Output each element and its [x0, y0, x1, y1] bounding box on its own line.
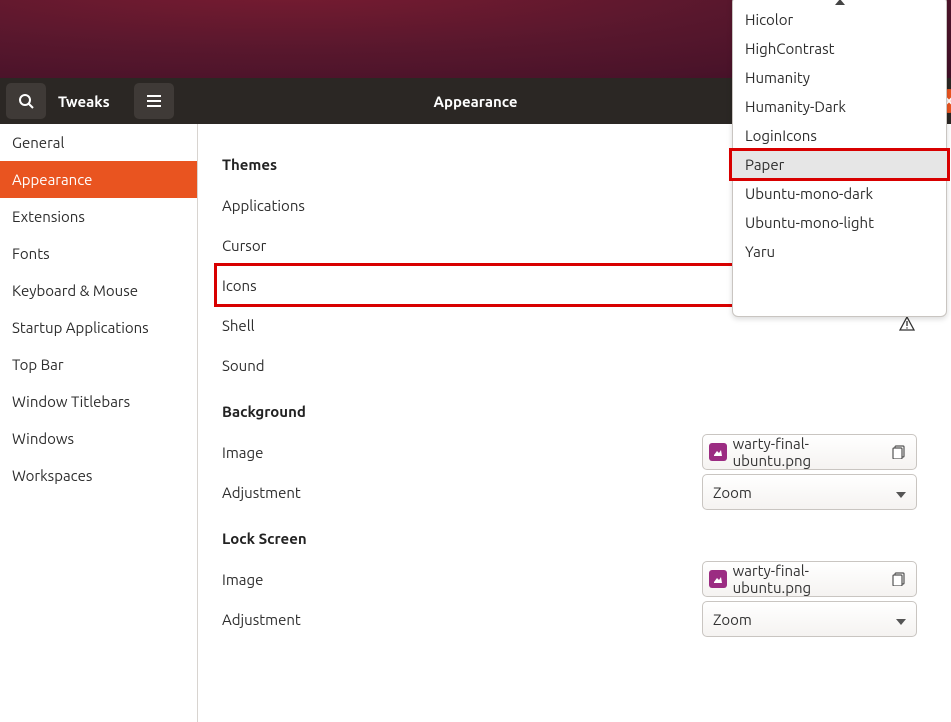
sidebar-item-appearance[interactable]: Appearance — [0, 161, 197, 198]
header-title-left: Tweaks — [52, 93, 128, 110]
sidebar-item-window-titlebars[interactable]: Window Titlebars — [0, 383, 197, 420]
themes-sound-label: Sound — [222, 357, 265, 374]
themes-cursor-label: Cursor — [222, 237, 266, 254]
lockscreen-adjustment-label: Adjustment — [222, 611, 301, 628]
lockscreen-image-label: Image — [222, 571, 263, 588]
hamburger-menu-button[interactable] — [134, 83, 174, 119]
search-button[interactable] — [6, 83, 46, 119]
background-adjustment-combo[interactable]: Zoom — [702, 474, 917, 510]
background-adjustment-label: Adjustment — [222, 484, 301, 501]
background-adjustment-value: Zoom — [713, 484, 752, 501]
file-open-icon — [892, 572, 906, 586]
sidebar-item-general[interactable]: General — [0, 124, 197, 161]
sidebar-item-workspaces[interactable]: Workspaces — [0, 457, 197, 494]
lockscreen-adjustment-value: Zoom — [713, 611, 752, 628]
chevron-down-icon — [896, 484, 906, 501]
dropdown-option-paper[interactable]: Paper — [731, 150, 948, 179]
dropdown-option-humanity[interactable]: Humanity — [733, 63, 946, 92]
main-panel: Hicolor HighContrast Humanity Humanity-D… — [198, 124, 951, 722]
chevron-down-icon — [896, 611, 906, 628]
dropdown-option-ubuntu-mono-dark[interactable]: Ubuntu-mono-dark — [733, 179, 946, 208]
sidebar-item-startup-applications[interactable]: Startup Applications — [0, 309, 197, 346]
search-icon — [18, 93, 34, 109]
themes-shell-label: Shell — [222, 317, 255, 334]
background-image-value: warty-final-ubuntu.png — [733, 435, 884, 469]
triangle-up-icon — [835, 0, 845, 5]
dropdown-option-loginicons[interactable]: LoginIcons — [733, 121, 946, 150]
sidebar-item-windows[interactable]: Windows — [0, 420, 197, 457]
icons-theme-dropdown[interactable]: Hicolor HighContrast Humanity Humanity-D… — [732, 0, 947, 317]
background-image-chooser[interactable]: warty-final-ubuntu.png — [702, 434, 917, 470]
dropdown-option-yaru[interactable]: Yaru — [733, 237, 946, 266]
dropdown-option-ubuntu-mono-light[interactable]: Ubuntu-mono-light — [733, 208, 946, 237]
sidebar: General Appearance Extensions Fonts Keyb… — [0, 124, 198, 722]
dropdown-option-humanity-dark[interactable]: Humanity-Dark — [733, 92, 946, 121]
warning-icon — [899, 316, 921, 334]
file-open-icon — [892, 445, 906, 459]
sidebar-item-top-bar[interactable]: Top Bar — [0, 346, 197, 383]
image-file-icon — [709, 570, 727, 588]
lockscreen-image-value: warty-final-ubuntu.png — [733, 562, 884, 596]
background-image-label: Image — [222, 444, 263, 461]
dropdown-option-highcontrast[interactable]: HighContrast — [733, 34, 946, 63]
section-background: Background — [222, 403, 921, 420]
image-file-icon — [709, 443, 727, 461]
header-title-center: Appearance — [434, 93, 518, 110]
hamburger-icon — [147, 95, 161, 107]
sidebar-item-fonts[interactable]: Fonts — [0, 235, 197, 272]
themes-applications-label: Applications — [222, 197, 305, 214]
dropdown-option-hicolor[interactable]: Hicolor — [733, 5, 946, 34]
section-lockscreen: Lock Screen — [222, 530, 921, 547]
sidebar-item-keyboard-mouse[interactable]: Keyboard & Mouse — [0, 272, 197, 309]
lockscreen-image-chooser[interactable]: warty-final-ubuntu.png — [702, 561, 917, 597]
sidebar-item-extensions[interactable]: Extensions — [0, 198, 197, 235]
lockscreen-adjustment-combo[interactable]: Zoom — [702, 601, 917, 637]
themes-icons-label: Icons — [222, 277, 257, 294]
